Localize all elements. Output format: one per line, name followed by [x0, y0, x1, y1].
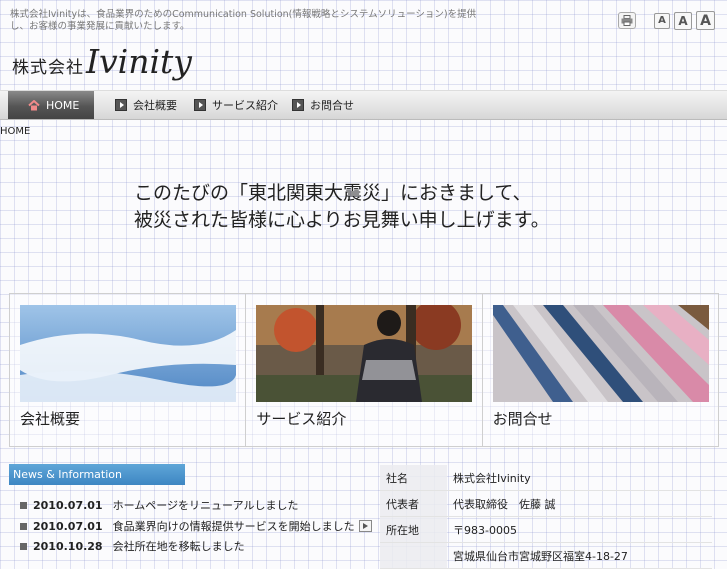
print-icon[interactable] [618, 12, 636, 29]
tile-company-label: 会社概要 [20, 410, 81, 428]
kimono-photo [256, 305, 473, 402]
news-date: 2010.07.01 [33, 519, 103, 533]
info-value: 代表取締役 佐藤 誠 [447, 490, 712, 517]
info-value: 宮城県仙台市宮城野区福室4-18-27 [447, 542, 712, 569]
logo-text-en: Ivinity [86, 42, 192, 81]
info-key: 代表者 [380, 490, 447, 517]
site-logo[interactable]: 株式会社 Ivinity [12, 42, 192, 81]
nav-item-contact[interactable]: お問合せ [292, 91, 354, 119]
info-key: 所在地 [380, 516, 447, 543]
banner-line-2: 被災された皆様に心よりお見舞い申し上げます。 [134, 209, 550, 231]
company-info-table: 社名 株式会社Ivinity 代表者 代表取締役 佐藤 誠 所在地 〒983-0… [380, 465, 712, 569]
info-row: 社名 株式会社Ivinity [380, 465, 712, 491]
global-nav: HOME 会社概要 サービス紹介 お問合せ [0, 90, 727, 120]
info-row: 代表者 代表取締役 佐藤 誠 [380, 490, 712, 517]
tile-contact[interactable]: お問合せ [483, 294, 718, 446]
info-value: 株式会社Ivinity [447, 465, 712, 491]
bullet-icon [20, 501, 27, 509]
news-text: ホームページをリニューアルしました [112, 499, 299, 512]
fabric-image [492, 305, 709, 402]
nav-company-label: 会社概要 [133, 99, 177, 112]
banner-line-1: このたびの「東北関東大震災」におきまして、 [134, 182, 532, 204]
font-size-large-button[interactable]: A [696, 11, 715, 30]
font-size-medium-button[interactable]: A [674, 11, 692, 30]
nav-item-home[interactable]: HOME [8, 91, 94, 119]
font-size-small-button[interactable]: A [654, 12, 670, 29]
bullet-icon [20, 542, 27, 550]
page-tools: A A A [618, 11, 715, 30]
site-tagline: 株式会社Ivinityは、食品業界のためのCommunication Solut… [10, 9, 477, 32]
news-text: 会社所在地を移転しました [112, 540, 245, 553]
nav-contact-label: お問合せ [310, 99, 354, 112]
arrow-icon [292, 99, 304, 111]
arrow-icon [194, 99, 206, 111]
bullet-icon [20, 522, 27, 530]
news-item[interactable]: 2010.10.28 会社所在地を移転しました [20, 538, 245, 554]
news-heading: News & Information [9, 464, 185, 485]
condolence-banner: このたびの「東北関東大震災」におきまして、 被災された皆様に心よりお見舞い申し上… [134, 180, 550, 234]
sky-image [20, 305, 236, 402]
info-row: 所在地 〒983-0005 [380, 516, 712, 543]
nav-item-company[interactable]: 会社概要 [115, 91, 177, 119]
news-item[interactable]: 2010.07.01 食品業界向けの情報提供サービスを開始しました [20, 518, 372, 534]
nav-item-services[interactable]: サービス紹介 [194, 91, 278, 119]
nav-services-label: サービス紹介 [212, 99, 278, 112]
info-row: 宮城県仙台市宮城野区福室4-18-27 [380, 542, 712, 569]
info-key: 社名 [380, 465, 447, 491]
news-date: 2010.10.28 [33, 539, 103, 553]
tile-services-label: サービス紹介 [256, 410, 347, 428]
logo-text-jp: 株式会社 [12, 58, 84, 78]
tile-services[interactable]: サービス紹介 [246, 294, 483, 446]
info-value: 〒983-0005 [447, 516, 712, 543]
news-text: 食品業界向けの情報提供サービスを開始しました [112, 520, 355, 533]
info-key [380, 542, 447, 569]
arrow-icon[interactable] [358, 520, 372, 532]
arrow-icon [115, 99, 127, 111]
home-icon [28, 99, 40, 110]
tile-contact-label: お問合せ [492, 410, 553, 428]
feature-tiles: 会社概要 サービス紹介 お問合せ [9, 293, 719, 447]
nav-home-label: HOME [46, 98, 80, 112]
news-item[interactable]: 2010.07.01 ホームページをリニューアルしました [20, 497, 299, 513]
tile-company[interactable]: 会社概要 [10, 294, 247, 446]
breadcrumb: HOME [0, 126, 31, 137]
news-date: 2010.07.01 [33, 498, 103, 512]
